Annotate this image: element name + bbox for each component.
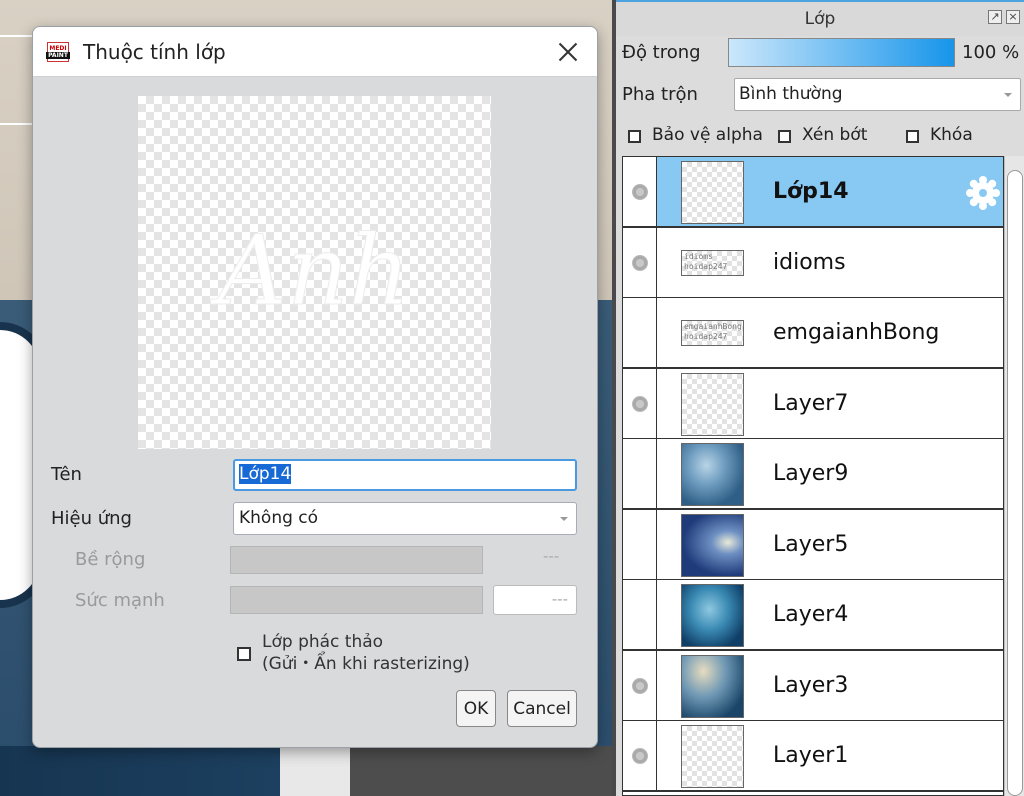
layer-thumbnail [681, 725, 744, 788]
layer-preview: Anh [138, 96, 491, 449]
draft-layer-label-line1: Lớp phác thảo [262, 632, 384, 652]
width-value: --- [543, 547, 560, 565]
draft-layer-label: Lớp phác thảo (Gửi・Ẩn khi rasterizing) [262, 631, 470, 675]
layer-name: idioms [773, 249, 846, 275]
gear-icon[interactable] [965, 175, 1001, 211]
effect-label: Hiệu ứng [51, 508, 132, 529]
undock-icon[interactable]: ↗ [988, 10, 1002, 24]
width-slider [230, 546, 483, 574]
layer-thumbnail [681, 584, 744, 647]
layer-list: Lớp14 idioms hoidap247 idioms emgaianhBong … [622, 156, 1004, 796]
layer-row[interactable]: Layer7 [623, 368, 1003, 440]
layer-name: Layer1 [773, 743, 849, 768]
blend-mode-label: Pha trộn [622, 84, 698, 105]
layer-row[interactable]: Layer9 [623, 439, 1003, 510]
visibility-dot-icon [632, 254, 648, 271]
layer-list-scrollbar[interactable] [1004, 156, 1024, 796]
clipping-checkbox[interactable] [778, 130, 791, 143]
opacity-label: Độ trong [622, 42, 701, 63]
opacity-slider[interactable] [728, 38, 955, 67]
blend-mode-select[interactable]: Bình thường [734, 78, 1021, 111]
layer-row[interactable]: Lớp14 [623, 157, 1003, 228]
chevron-down-icon [560, 517, 568, 521]
visibility-toggle[interactable] [623, 580, 657, 649]
cancel-button[interactable]: Cancel [507, 690, 577, 727]
layer-properties-dialog: MEDI PAINT Thuộc tính lớp Anh Tên Lớp14 … [32, 26, 598, 748]
preview-script-graphic: Anh [209, 215, 411, 328]
layer-name: Layer5 [773, 531, 849, 557]
visibility-toggle[interactable] [623, 227, 657, 297]
canvas-bottom-strip [0, 746, 612, 796]
lock-checkbox[interactable] [906, 130, 919, 143]
layer-name: Layer7 [773, 390, 849, 416]
visibility-dot-icon [632, 184, 648, 200]
layer-row[interactable]: idioms hoidap247 idioms [623, 227, 1003, 299]
strength-slider [230, 586, 483, 614]
layers-panel: Lớp ↗ × Độ trong 100 % Pha trộn Bình thư… [612, 0, 1024, 796]
visibility-toggle[interactable] [623, 298, 657, 367]
layer-thumbnail [681, 372, 744, 436]
alpha-protect-checkbox[interactable] [628, 130, 641, 143]
layer-thumbnail [681, 443, 744, 506]
strength-label: Sức mạnh [75, 590, 165, 611]
layer-name: Layer4 [773, 602, 849, 627]
layer-name-input[interactable]: Lớp14 [233, 459, 577, 491]
name-label: Tên [51, 464, 82, 485]
opacity-value: 100 % [962, 42, 1020, 63]
layer-row[interactable]: Layer4 [623, 580, 1003, 651]
preview-script-text: Anh [210, 215, 411, 327]
visibility-toggle[interactable] [623, 650, 657, 720]
app-icon-text-bottom: PAINT [46, 51, 70, 59]
layer-row[interactable]: Layer3 [623, 650, 1003, 722]
clipping-label: Xén bớt [802, 125, 868, 145]
layer-name: Layer9 [773, 461, 849, 486]
layer-name-value: Lớp14 [239, 464, 292, 484]
visibility-dot-icon [632, 395, 648, 412]
panel-titlebar[interactable]: Lớp ↗ × [616, 0, 1024, 36]
app-icon-text-top: MEDI [49, 44, 67, 52]
alpha-protect-label: Bảo vệ alpha [652, 125, 763, 145]
close-icon[interactable] [553, 37, 583, 67]
strength-input: --- [493, 585, 577, 615]
draft-layer-checkbox[interactable] [237, 647, 251, 661]
layer-thumbnail [681, 161, 744, 224]
visibility-toggle[interactable] [623, 439, 657, 508]
visibility-toggle[interactable] [623, 721, 657, 790]
effect-select-value: Không có [239, 508, 319, 528]
visibility-dot-icon [632, 748, 648, 764]
dialog-title: Thuộc tính lớp [83, 39, 226, 64]
scrollbar-thumb[interactable] [1007, 170, 1023, 796]
visibility-toggle[interactable] [623, 368, 657, 438]
layer-row[interactable]: Layer1 [623, 721, 1003, 792]
draft-layer-label-line2: (Gửi・Ẩn khi rasterizing) [262, 654, 470, 674]
panel-title: Lớp [804, 9, 836, 29]
medibang-app-icon: MEDI PAINT [46, 41, 70, 62]
width-label: Bề rộng [75, 549, 146, 570]
effect-select[interactable]: Không có [233, 502, 577, 535]
layer-name: Layer3 [773, 672, 849, 698]
ok-button[interactable]: OK [456, 690, 496, 727]
layer-name: Lớp14 [773, 179, 849, 204]
blend-mode-value: Bình thường [739, 84, 843, 104]
layer-thumbnail [681, 654, 744, 718]
layer-thumbnail: emgaianhBong hoidap247 [681, 320, 744, 346]
dialog-titlebar[interactable]: MEDI PAINT Thuộc tính lớp [33, 27, 597, 77]
layer-row[interactable]: emgaianhBong hoidap247 emgaianhBong [623, 298, 1003, 369]
layer-row[interactable]: Layer5 [623, 509, 1003, 581]
close-panel-icon[interactable]: × [1006, 10, 1020, 24]
layer-name: emgaianhBong [773, 320, 940, 345]
layer-thumbnail [681, 513, 744, 577]
chevron-down-icon [1004, 93, 1012, 97]
layer-thumbnail: idioms hoidap247 [681, 249, 744, 276]
visibility-toggle[interactable] [623, 509, 657, 579]
lock-label: Khóa [930, 125, 973, 145]
visibility-toggle[interactable] [623, 157, 657, 226]
visibility-dot-icon [632, 677, 648, 694]
